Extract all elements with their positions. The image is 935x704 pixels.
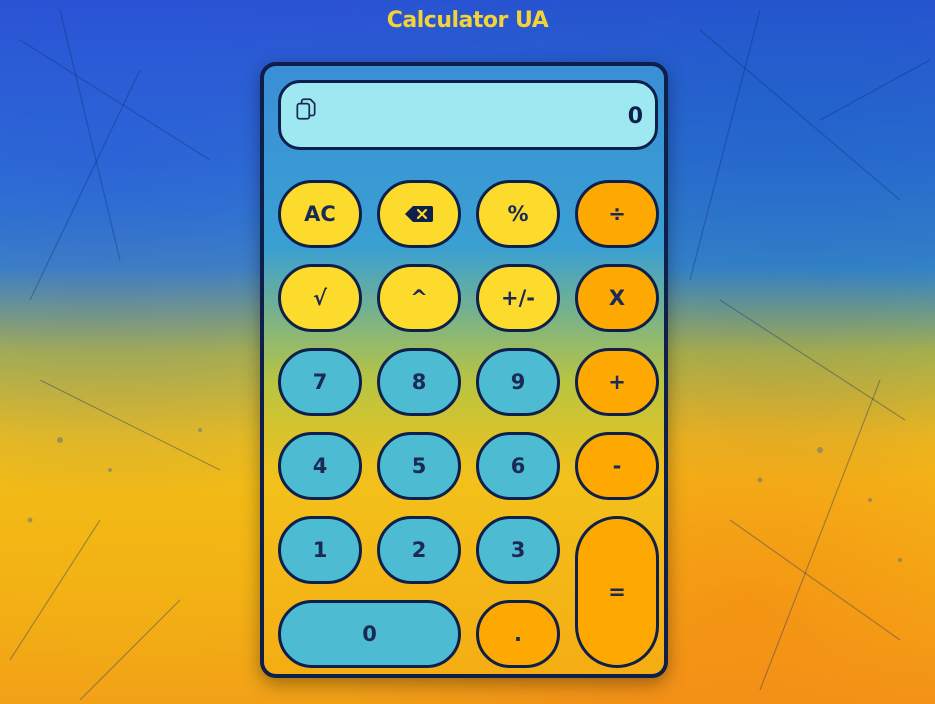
equals-button[interactable]: = [575,516,659,668]
display: 0 [278,80,658,150]
backspace-icon [405,206,433,222]
digit-3-button[interactable]: 3 [476,516,560,584]
digit-7-button[interactable]: 7 [278,348,362,416]
plus-minus-button[interactable]: +/- [476,264,560,332]
copy-icon[interactable] [293,96,319,122]
percent-button[interactable]: % [476,180,560,248]
decimal-button[interactable]: . [476,600,560,668]
sqrt-button[interactable]: √ [278,264,362,332]
digit-6-button[interactable]: 6 [476,432,560,500]
multiply-button[interactable]: X [575,264,659,332]
display-value: 0 [627,104,643,129]
digit-2-button[interactable]: 2 [377,516,461,584]
divide-button[interactable]: ÷ [575,180,659,248]
digit-5-button[interactable]: 5 [377,432,461,500]
backspace-button[interactable] [377,180,461,248]
clear-button[interactable]: AC [278,180,362,248]
digit-9-button[interactable]: 9 [476,348,560,416]
calculator-panel: 0 AC % ÷ √ ^ +/- X 7 8 9 + 4 5 6 - 1 2 3… [260,62,668,678]
digit-4-button[interactable]: 4 [278,432,362,500]
digit-8-button[interactable]: 8 [377,348,461,416]
digit-0-button[interactable]: 0 [278,600,461,668]
plus-button[interactable]: + [575,348,659,416]
minus-button[interactable]: - [575,432,659,500]
app-title: Calculator UA [386,8,549,33]
power-button[interactable]: ^ [377,264,461,332]
digit-1-button[interactable]: 1 [278,516,362,584]
